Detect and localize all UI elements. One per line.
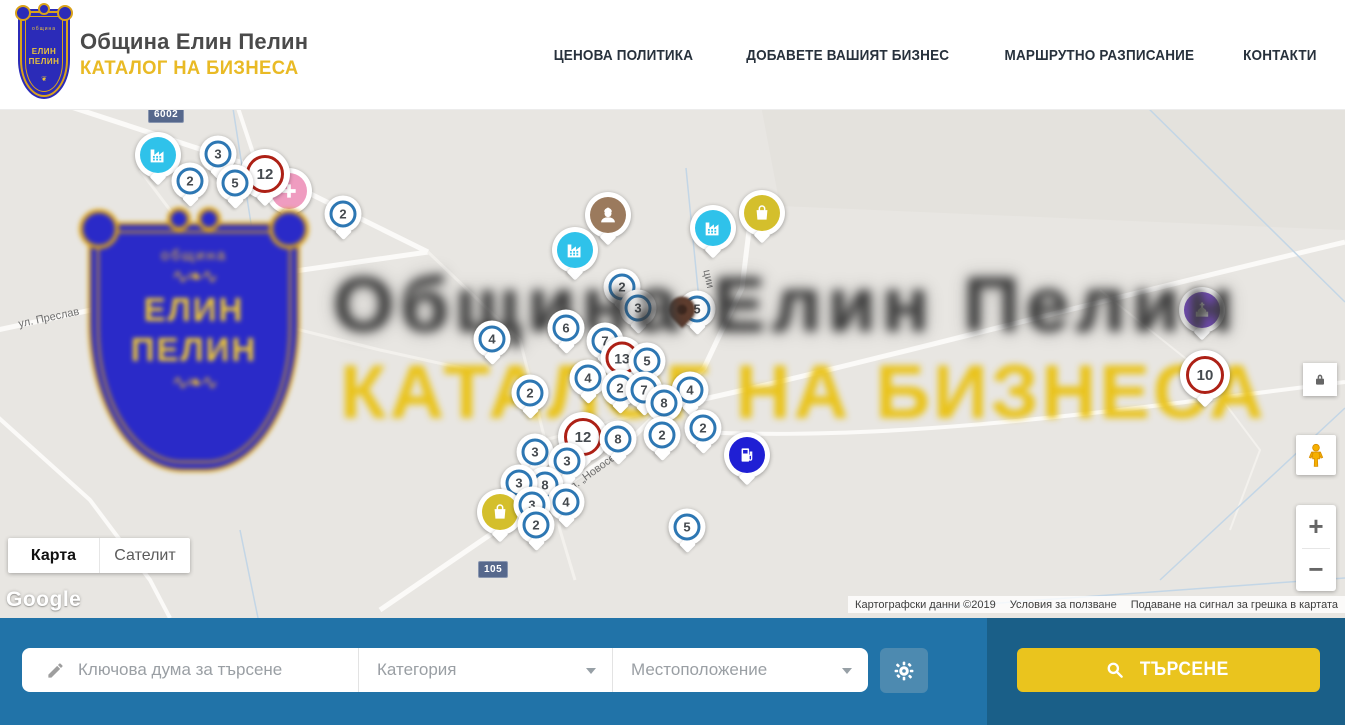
category-select[interactable]: Категория <box>358 648 612 692</box>
google-map[interactable]: ул. Преславбул. „Новоселции6002105 32512… <box>0 110 1345 618</box>
cluster-count: 2 <box>177 168 204 195</box>
terms-link[interactable]: Условия за ползване <box>1003 599 1124 611</box>
attribution-copyright: Картографски данни ©2019 <box>848 599 1003 611</box>
map-cluster-marker[interactable]: 2 <box>518 507 555 544</box>
pencil-icon <box>46 661 65 680</box>
header: община ЕЛИН ПЕЛИН ❦ Община Елин Пелин КА… <box>0 0 1345 110</box>
watermark-subtitle: КАТАЛОГ НА БИЗНЕСА <box>340 349 1267 436</box>
cluster-count: 3 <box>522 439 549 466</box>
site-subtitle: КАТАЛОГ НА БИЗНЕСА <box>80 58 301 80</box>
map-marker-bag[interactable] <box>739 190 785 236</box>
zoom-out-button[interactable]: − <box>1296 549 1336 592</box>
keyword-segment <box>22 648 358 692</box>
pegman-icon <box>1303 442 1329 468</box>
logo-text: Община Елин Пелин КАТАЛОГ НА БИЗНЕСА <box>80 29 308 80</box>
map-cluster-marker[interactable]: 8 <box>600 421 637 458</box>
map-cluster-marker[interactable]: 10 <box>1180 350 1230 400</box>
cluster-count: 2 <box>523 512 550 539</box>
chevron-down-icon <box>586 668 596 674</box>
map-cluster-marker[interactable]: 2 <box>512 375 549 412</box>
report-error-link[interactable]: Подаване на сигнал за грешка в картата <box>1124 599 1345 611</box>
lock-icon <box>1312 372 1328 388</box>
advanced-settings-button[interactable] <box>880 648 928 693</box>
map-type-satellite-button[interactable]: Сателит <box>99 538 190 573</box>
bag-icon <box>482 494 518 530</box>
map-cluster-marker[interactable]: 2 <box>325 196 362 233</box>
google-logo[interactable]: Google <box>6 588 81 612</box>
cluster-count: 2 <box>649 422 676 449</box>
nav-item-add-business[interactable]: ДОБАВЕТЕ ВАШИЯТ БИЗНЕС <box>746 47 949 64</box>
site-logo[interactable]: община ЕЛИН ПЕЛИН ❦ Община Елин Пелин КА… <box>20 11 308 97</box>
map-type-control: Карта Сателит <box>8 538 190 573</box>
cluster-count: 4 <box>479 326 506 353</box>
map-marker-fuel[interactable] <box>724 432 770 478</box>
cluster-count: 4 <box>575 365 602 392</box>
factory-icon <box>140 137 176 173</box>
watermark-title: Община Елин Пелин <box>333 261 1240 350</box>
map-cluster-marker[interactable]: 2 <box>644 417 681 454</box>
search-button[interactable]: ТЪРСЕНЕ <box>1017 648 1320 692</box>
site-title: Община Елин Пелин <box>80 29 308 55</box>
pegman-button[interactable] <box>1296 435 1336 475</box>
search-button-label: ТЪРСЕНЕ <box>1140 659 1229 681</box>
cluster-count: 5 <box>634 348 661 375</box>
cluster-count: 8 <box>605 426 632 453</box>
cluster-count: 8 <box>651 390 678 417</box>
gear-icon <box>892 659 916 683</box>
map-cluster-marker[interactable]: 2 <box>685 410 722 447</box>
zoom-in-button[interactable]: + <box>1296 505 1336 548</box>
keyword-search-input[interactable] <box>78 660 348 680</box>
map-cluster-marker[interactable]: 5 <box>669 509 706 546</box>
emblem-small-text: община <box>22 26 66 32</box>
map-cluster-marker[interactable]: 6 <box>548 310 585 347</box>
location-select[interactable]: Местоположение <box>612 648 868 692</box>
cluster-count: 10 <box>1186 356 1224 394</box>
cluster-count: 5 <box>674 514 701 541</box>
search-bar: Категория Местоположение <box>0 618 1345 725</box>
road-badge: 6002 <box>148 110 184 123</box>
cluster-count: 5 <box>222 170 249 197</box>
cluster-count: 2 <box>690 415 717 442</box>
category-select-label: Категория <box>377 660 456 680</box>
main-nav: ЦЕНОВА ПОЛИТИКА ДОБАВЕТЕ ВАШИЯТ БИЗНЕС М… <box>546 0 1321 110</box>
chevron-down-icon <box>842 668 852 674</box>
location-select-label: Местоположение <box>631 660 767 680</box>
map-marker-factory[interactable] <box>690 205 736 251</box>
worker-icon <box>590 197 626 233</box>
map-type-map-button[interactable]: Карта <box>8 538 99 573</box>
map-attribution: Картографски данни ©2019 Условия за полз… <box>848 596 1345 613</box>
cluster-count: 2 <box>330 201 357 228</box>
fuel-icon <box>729 437 765 473</box>
cluster-count: 2 <box>517 380 544 407</box>
page: община ЕЛИН ПЕЛИН ❦ Община Елин Пелин КА… <box>0 0 1345 725</box>
map-marker-worker[interactable] <box>585 192 631 238</box>
zoom-control: + − <box>1296 505 1336 591</box>
search-input-group: Категория Местоположение <box>22 648 868 692</box>
cluster-count: 4 <box>553 489 580 516</box>
search-icon <box>1105 660 1125 680</box>
map-cluster-marker[interactable]: 4 <box>548 484 585 521</box>
cluster-count: 6 <box>553 315 580 342</box>
nav-item-route-schedule[interactable]: МАРШРУТНО РАЗПИСАНИЕ <box>1005 47 1195 64</box>
road-badge: 105 <box>478 561 508 578</box>
lock-button[interactable] <box>1303 363 1337 396</box>
nav-item-pricing[interactable]: ЦЕНОВА ПОЛИТИКА <box>554 47 693 64</box>
bag-icon <box>744 195 780 231</box>
cluster-count: 3 <box>205 141 232 168</box>
map-cluster-marker[interactable]: 4 <box>474 321 511 358</box>
map-cluster-marker[interactable]: 2 <box>172 163 209 200</box>
nav-item-contacts[interactable]: КОНТАКТИ <box>1243 47 1317 64</box>
factory-icon <box>695 210 731 246</box>
map-cluster-marker[interactable]: 5 <box>217 165 254 202</box>
municipality-emblem-icon: община ЕЛИН ПЕЛИН ❦ <box>20 11 68 97</box>
